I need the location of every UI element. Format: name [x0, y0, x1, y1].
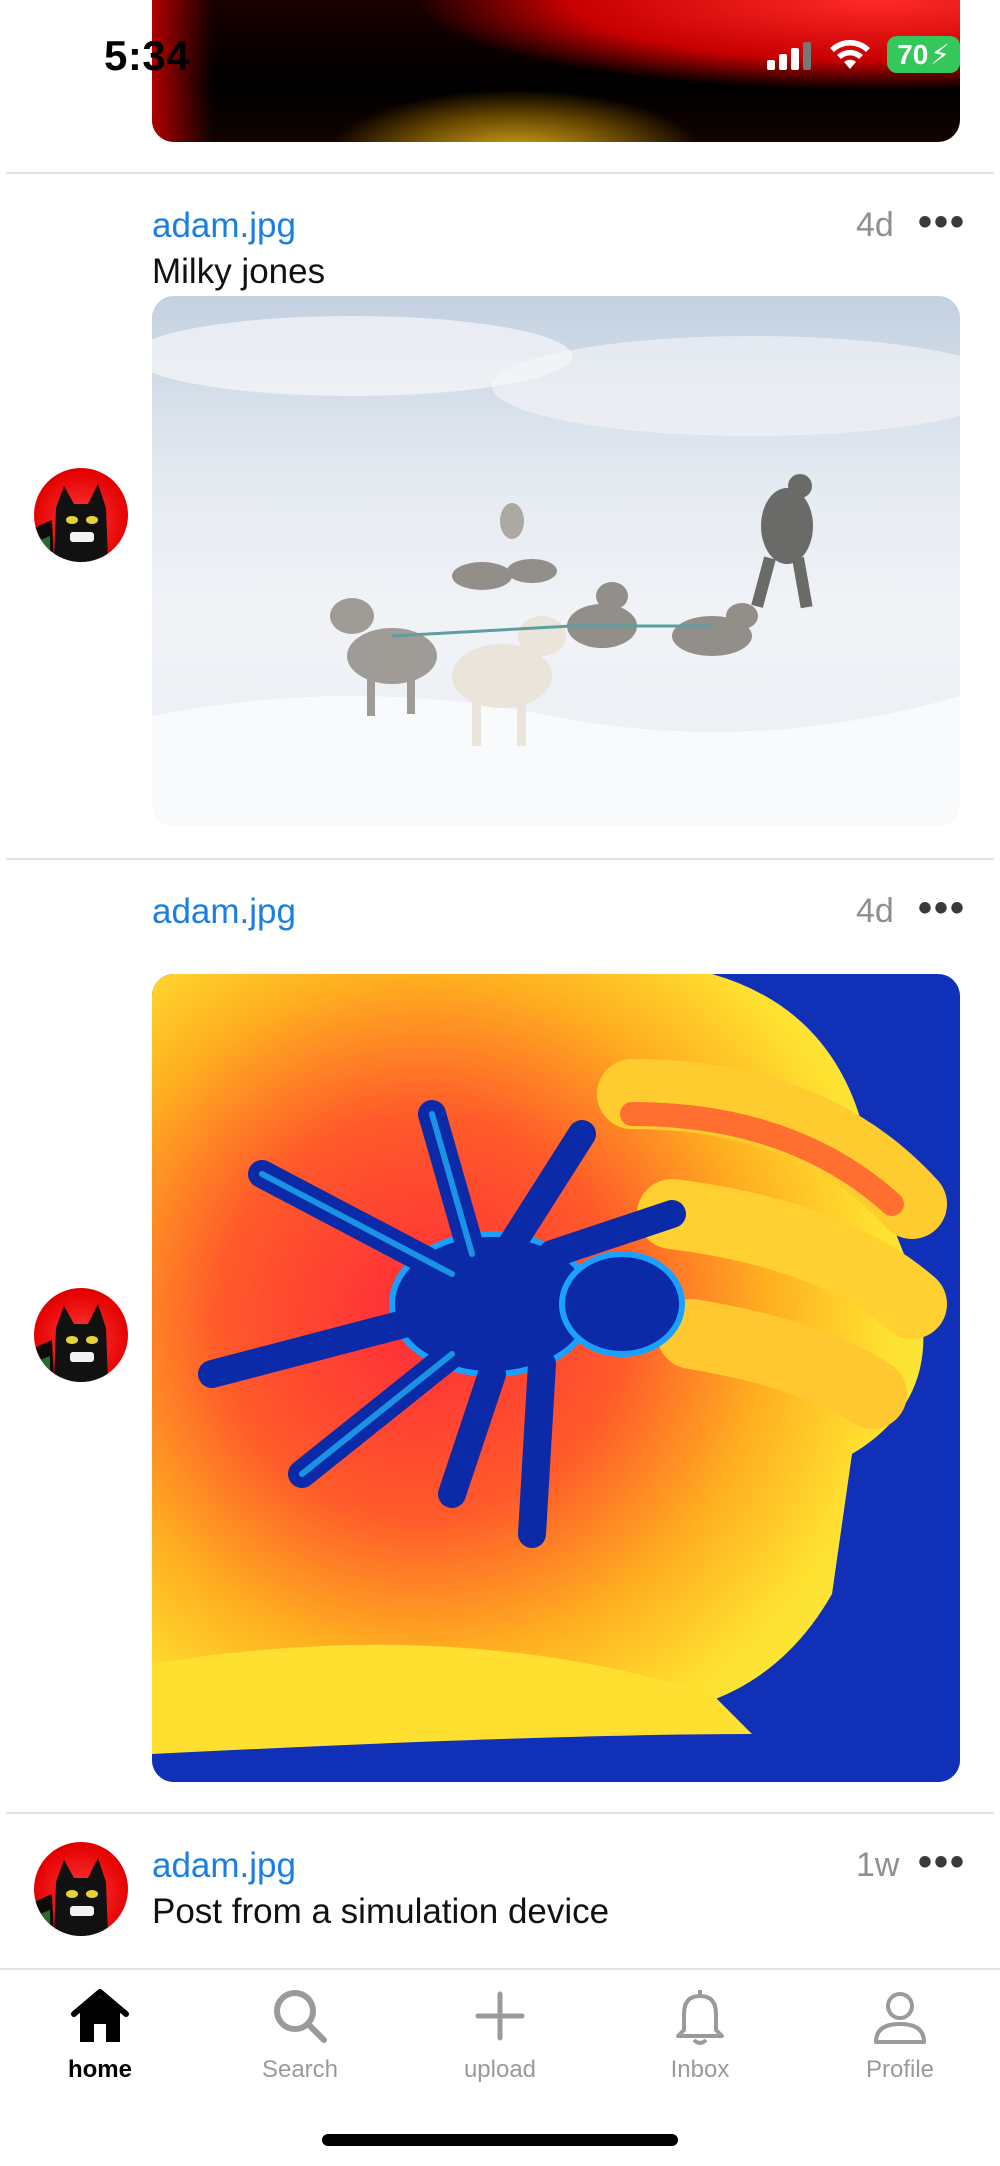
post-author-link[interactable]: adam.jpg — [152, 892, 296, 932]
post-time: 4d — [856, 206, 894, 244]
tab-upload[interactable]: upload — [420, 1984, 580, 2084]
thermal-spider-hand-photo — [152, 974, 960, 1782]
search-icon — [274, 1990, 327, 2043]
more-options-button[interactable]: ••• — [918, 1840, 966, 1885]
tab-label: Inbox — [670, 2056, 730, 2083]
tab-label: home — [67, 2056, 132, 2083]
signal-icon — [767, 41, 812, 70]
charging-icon: ⚡ — [930, 39, 950, 70]
home-icon — [71, 1989, 129, 2042]
battery-indicator: 70 ⚡ — [887, 36, 960, 73]
status-indicators: 70 ⚡ — [767, 36, 960, 73]
battery-level: 70 — [897, 38, 929, 70]
avatar[interactable] — [34, 1842, 128, 1936]
avatar-cat-icon — [34, 1858, 108, 1936]
tab-inbox[interactable]: Inbox — [620, 1984, 780, 2084]
status-time: 5:34 — [104, 32, 191, 79]
post-caption: Milky jones — [152, 252, 326, 291]
tab-home[interactable]: home — [20, 1984, 180, 2084]
post-caption: Post from a simulation device — [152, 1892, 610, 1931]
post-time: 1w — [856, 1846, 900, 1884]
post-divider — [6, 858, 994, 860]
sled-dogs-snow-photo — [152, 296, 960, 826]
person-icon — [874, 1992, 926, 2044]
more-options-button[interactable]: ••• — [918, 200, 966, 245]
post-author-link[interactable]: adam.jpg — [152, 1846, 296, 1886]
post-image[interactable] — [152, 974, 960, 1782]
post-divider — [6, 172, 994, 174]
more-options-button[interactable]: ••• — [918, 886, 966, 931]
tab-search[interactable]: Search — [220, 1984, 380, 2084]
bell-icon — [676, 1990, 724, 2045]
tab-profile[interactable]: Profile — [820, 1984, 980, 2084]
plus-icon — [475, 1991, 525, 2041]
wifi-icon — [830, 39, 871, 69]
tab-label: Profile — [865, 2056, 935, 2083]
tab-label: upload — [463, 2056, 537, 2083]
post-divider — [6, 1812, 994, 1814]
avatar-cat-icon — [34, 1304, 108, 1382]
avatar[interactable] — [34, 468, 128, 562]
home-indicator — [322, 2134, 678, 2146]
avatar-cat-icon — [34, 484, 108, 562]
post-time: 4d — [856, 892, 894, 930]
post-image[interactable] — [152, 296, 960, 826]
avatar[interactable] — [34, 1288, 128, 1382]
post-author-link[interactable]: adam.jpg — [152, 206, 296, 246]
tab-label: Search — [261, 2056, 339, 2083]
